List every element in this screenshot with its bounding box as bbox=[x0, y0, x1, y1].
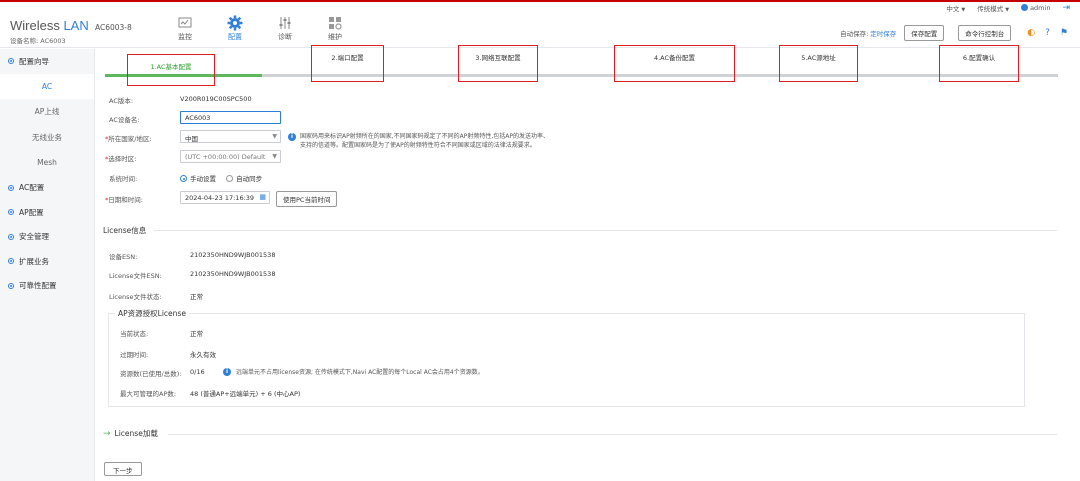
user-menu[interactable]: admin bbox=[1021, 4, 1050, 12]
license-section-title: License信息 bbox=[103, 226, 147, 235]
country-label: *所在国家/地区: bbox=[105, 135, 152, 143]
cur-state-value: 正常 bbox=[190, 330, 203, 338]
sidebar-item-reliability[interactable]: 可靠性配置 bbox=[0, 274, 94, 299]
sidebar-item-ac-config[interactable]: AC配置 bbox=[0, 176, 94, 201]
auto-radio[interactable]: 自动同步 bbox=[226, 175, 262, 183]
auto-save-label: 自动保存: bbox=[840, 30, 869, 38]
sidebar-item-extension[interactable]: 扩展业务 bbox=[0, 249, 94, 274]
use-pc-time-button[interactable]: 使用PC当前时间 bbox=[276, 191, 338, 207]
save-config-button[interactable]: 保存配置 bbox=[904, 25, 945, 41]
sidebar-sub-mesh[interactable]: Mesh bbox=[0, 150, 94, 176]
sidebar-item-ap-config[interactable]: AP配置 bbox=[0, 200, 94, 225]
nav-diagnose[interactable]: 诊断 bbox=[260, 14, 310, 42]
step-ac-basic[interactable]: 1.AC基本配置 bbox=[127, 54, 215, 86]
license-load-toggle[interactable]: → License加载 bbox=[103, 428, 158, 439]
divider bbox=[154, 230, 1057, 231]
expand-icon bbox=[8, 209, 14, 216]
sidebar-item-wizard[interactable]: 配置向导 bbox=[0, 49, 94, 74]
sidebar-item-security[interactable]: 安全管理 bbox=[0, 225, 94, 250]
nav-monitor[interactable]: 监控 bbox=[160, 14, 210, 42]
expand-icon bbox=[8, 282, 14, 289]
chevron-down-icon: ▼ bbox=[272, 133, 277, 140]
devname-input[interactable]: AC6003 bbox=[180, 111, 281, 124]
sidebar-sub-wireless[interactable]: 无线业务 bbox=[0, 125, 94, 151]
sliders-icon bbox=[279, 17, 291, 29]
product-title: Wireless LAN bbox=[10, 18, 89, 33]
step-source-addr[interactable]: 5.AC源地址 bbox=[779, 45, 858, 82]
expand-icon bbox=[8, 258, 14, 265]
step-port[interactable]: 2.端口配置 bbox=[311, 45, 384, 82]
nav-maintain[interactable]: 维护 bbox=[310, 14, 360, 42]
header-actions: 自动保存: 定时保存 保存配置 命令行控制台 ◐ ? ⚑ bbox=[840, 25, 1068, 41]
info-icon: i bbox=[288, 133, 296, 141]
version-label: AC版本: bbox=[109, 97, 134, 105]
max-ap-value: 48 (普通AP+远端单元) + 6 (中心AP) bbox=[190, 390, 301, 398]
flag-icon[interactable]: ⚑ bbox=[1060, 28, 1068, 38]
arrow-right-icon: → bbox=[103, 429, 111, 439]
sidebar: 配置向导 AC AP上线 无线业务 Mesh AC配置 AP配置 安全管理 扩展… bbox=[0, 49, 95, 481]
nav-config[interactable]: 配置 bbox=[210, 14, 260, 42]
resource-value: 0/16 bbox=[190, 368, 205, 376]
cur-state-label: 当前状态: bbox=[120, 330, 149, 338]
version-value: V200R019C00SPC500 bbox=[180, 95, 252, 103]
resource-label: 资源数(已使用/总数): bbox=[120, 370, 182, 378]
step-network[interactable]: 3.网络互联配置 bbox=[458, 45, 538, 82]
file-esn-value: 2102350HND9WJB001538 bbox=[190, 270, 276, 278]
file-state-label: License文件状态: bbox=[109, 293, 162, 301]
systime-label: 系统时间: bbox=[109, 175, 138, 183]
expire-value: 永久有效 bbox=[190, 351, 216, 359]
timezone-select[interactable]: (UTC +00:00:00) Default ▼ bbox=[180, 150, 281, 163]
file-state-value: 正常 bbox=[190, 293, 203, 301]
esn-value: 2102350HND9WJB001538 bbox=[190, 251, 276, 259]
country-note: 国家码用来标识AP射频所在的国家,不同国家码规定了不同的AP射频特性,包括AP的… bbox=[300, 133, 549, 149]
ap-license-title: AP资源授权License bbox=[115, 308, 189, 319]
expand-icon bbox=[8, 184, 14, 191]
notice-icon[interactable]: ◐ bbox=[1027, 28, 1035, 38]
chevron-down-icon: ▼ bbox=[272, 153, 277, 160]
sidebar-sub-ap-online[interactable]: AP上线 bbox=[0, 99, 94, 125]
expire-label: 过期时间: bbox=[120, 351, 149, 359]
info-icon: i bbox=[223, 368, 231, 376]
esn-label: 设备ESN: bbox=[109, 253, 138, 261]
brand: Wireless LAN AC6003-8 设备名称: AC6003 bbox=[10, 18, 132, 45]
user-icon bbox=[1021, 4, 1029, 11]
devname-label: AC设备名: bbox=[109, 116, 140, 124]
manual-radio[interactable]: 手动设置 bbox=[180, 175, 216, 183]
expand-icon bbox=[8, 233, 14, 240]
wizard-steps: 1.AC基本配置 2.端口配置 3.网络互联配置 4.AC备份配置 5.AC源地… bbox=[105, 45, 1058, 86]
main-nav: 监控 配置 诊断 维护 bbox=[160, 14, 360, 42]
timezone-label: *选择时区: bbox=[105, 155, 137, 163]
step-backup[interactable]: 4.AC备份配置 bbox=[614, 45, 735, 82]
next-button[interactable]: 下一步 bbox=[104, 462, 142, 476]
cmd-console-button[interactable]: 命令行控制台 bbox=[958, 25, 1012, 41]
calendar-icon[interactable]: ▦ bbox=[259, 193, 266, 201]
device-name-line: 设备名称: AC6003 bbox=[10, 37, 66, 45]
datetime-input[interactable]: 2024-04-23 17:16:39 ▦ bbox=[180, 191, 270, 204]
country-select[interactable]: 中国 ▼ bbox=[180, 130, 281, 143]
maintenance-icon bbox=[329, 17, 342, 30]
divider bbox=[168, 434, 1057, 435]
max-ap-label: 最大可管理的AP数: bbox=[120, 390, 177, 398]
help-icon[interactable]: ? bbox=[1045, 28, 1050, 38]
resource-note: 远端单元不占用license资源; 在传统模式下,Navi AC配置的每个Loc… bbox=[236, 369, 484, 376]
monitor-icon bbox=[178, 17, 192, 28]
top-accent-line bbox=[0, 0, 1080, 2]
product-model: AC6003-8 bbox=[94, 23, 132, 32]
step-confirm[interactable]: 6.配置确认 bbox=[939, 45, 1019, 82]
header: Wireless LAN AC6003-8 设备名称: AC6003 监控 配置… bbox=[0, 12, 1080, 48]
gear-icon bbox=[227, 15, 243, 31]
systime-radios: 手动设置 自动同步 bbox=[180, 173, 262, 183]
sidebar-sub-ac[interactable]: AC bbox=[0, 73, 94, 99]
scheduled-save-link[interactable]: 定时保存 bbox=[870, 28, 896, 38]
file-esn-label: License文件ESN: bbox=[109, 272, 162, 280]
datetime-label: *日期和时间: bbox=[105, 196, 143, 204]
expand-icon bbox=[8, 58, 14, 65]
